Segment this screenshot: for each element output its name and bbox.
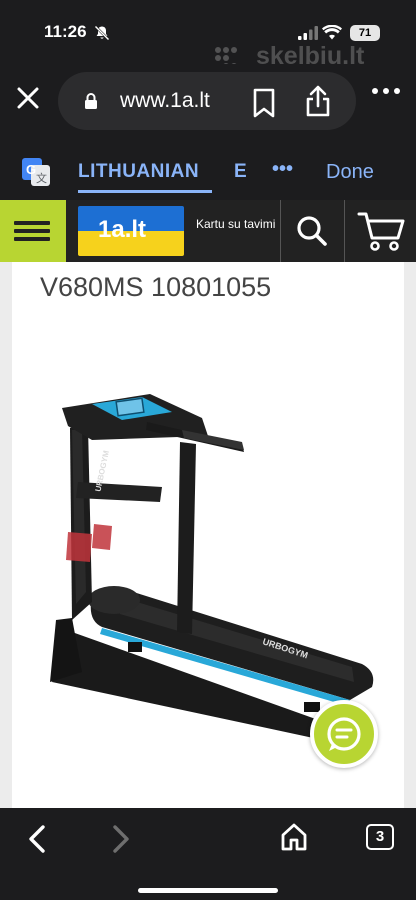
treadmill-product-image[interactable]: URBOGYM URBOGYM xyxy=(32,382,388,742)
translate-more-button[interactable]: ••• xyxy=(272,158,293,181)
site-header: 1a.lt Kartu su tavimi xyxy=(0,200,416,262)
search-button[interactable] xyxy=(280,200,342,262)
lock-icon xyxy=(85,93,97,109)
bell-slash-icon xyxy=(94,25,110,41)
site-logo[interactable]: 1a.lt xyxy=(78,206,184,256)
menu-line-icon xyxy=(14,221,50,225)
search-icon xyxy=(297,216,327,246)
tab-count: 3 xyxy=(375,828,385,845)
cellular-signal-icon xyxy=(298,26,318,40)
done-button[interactable]: Done xyxy=(326,161,374,184)
translate-bar: G 文 LITHUANIAN E ••• Done xyxy=(0,144,416,200)
battery-level: 71 xyxy=(358,27,372,39)
logo-text: 1a.lt xyxy=(98,216,147,243)
product-title: V680MS 10801055 xyxy=(40,272,272,302)
active-tab-indicator xyxy=(78,190,212,193)
home-indicator xyxy=(138,888,278,893)
tabs-button[interactable]: 3 xyxy=(366,824,394,850)
forward-arrow-icon[interactable] xyxy=(110,824,132,854)
hamburger-menu-button[interactable] xyxy=(0,200,66,262)
browser-toolbar: www.1a.lt xyxy=(0,64,416,144)
chat-button[interactable] xyxy=(310,700,378,768)
url-text: www.1a.lt xyxy=(120,89,210,112)
shopping-cart-icon xyxy=(357,212,405,251)
menu-line-icon xyxy=(14,229,50,233)
svg-text:G: G xyxy=(26,162,36,177)
chat-bubble-icon xyxy=(327,717,361,751)
site-tagline: Kartu su tavimi xyxy=(196,217,276,231)
bookmark-icon[interactable] xyxy=(252,88,276,118)
tab-language-lithuanian[interactable]: LITHUANIAN xyxy=(78,161,199,183)
status-time: 11:26 xyxy=(44,22,87,41)
cart-button[interactable] xyxy=(344,200,416,262)
back-arrow-icon[interactable] xyxy=(26,824,48,854)
menu-line-icon xyxy=(14,237,50,241)
page-content: V680MS 10801055 URBOGYM URBOGYM xyxy=(0,262,416,808)
svg-text:文: 文 xyxy=(36,171,47,185)
close-icon[interactable] xyxy=(14,84,42,112)
battery-indicator: 71 xyxy=(350,25,380,41)
share-icon[interactable] xyxy=(304,85,332,117)
address-bar[interactable]: www.1a.lt xyxy=(58,72,356,130)
product-card: V680MS 10801055 URBOGYM URBOGYM xyxy=(12,262,404,808)
more-options-icon[interactable] xyxy=(370,86,402,96)
google-translate-icon: G 文 xyxy=(22,158,50,186)
tab-language-english[interactable]: E xyxy=(234,161,247,183)
browser-bottom-bar: 3 xyxy=(0,808,416,900)
wifi-icon xyxy=(322,25,342,40)
home-icon[interactable] xyxy=(280,822,308,852)
